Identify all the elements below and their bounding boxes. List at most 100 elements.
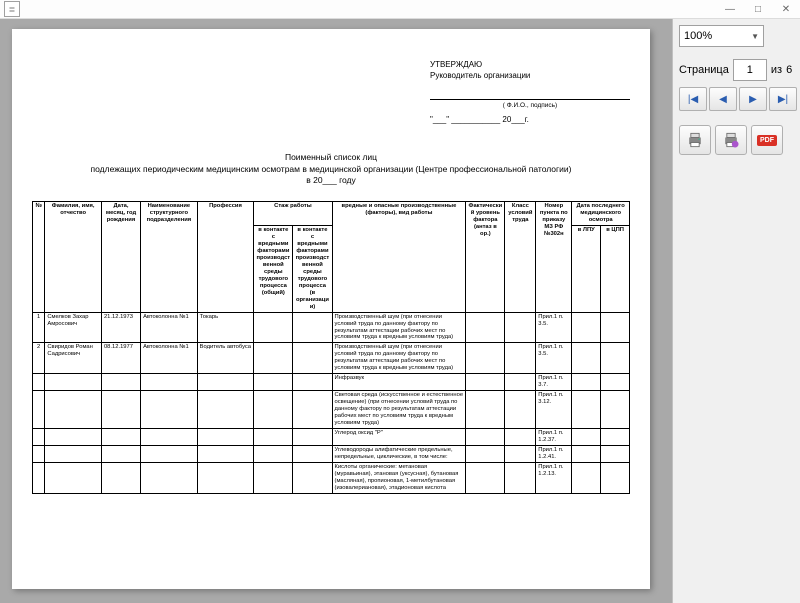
table-row: 2Свиридов Роман Садрисович08.12.1977Авто… — [33, 343, 630, 374]
zoom-value: 100% — [684, 30, 712, 42]
table-cell: Прил.1 п. 1.2.37. — [536, 428, 572, 445]
th-staj: Стаж работы — [254, 202, 332, 226]
quick-print-button[interactable] — [715, 125, 747, 155]
table-cell — [572, 374, 601, 391]
table-cell: Кислоты органические: метановая (муравьи… — [332, 462, 466, 493]
title-line3: в 20___ году — [32, 175, 630, 187]
th-order: Номер пункта по приказу МЗ РФ №302н — [536, 202, 572, 312]
page: УТВЕРЖДАЮ Руководитель организации ( Ф.И… — [12, 29, 650, 589]
table-cell: Световая среда (искусственное и естестве… — [332, 391, 466, 429]
th-fio: Фамилия, имя, отчество — [45, 202, 102, 312]
table-cell: Токарь — [197, 312, 254, 343]
th-level: Фактический уровень фактора (антаз в ор.… — [466, 202, 505, 312]
table-cell — [293, 374, 332, 391]
next-page-button[interactable]: ▶ — [739, 87, 767, 111]
table-cell — [254, 391, 293, 429]
page-nav: Страница из 6 — [679, 59, 792, 81]
close-button[interactable]: ✕ — [772, 0, 800, 18]
table-cell — [33, 374, 45, 391]
table-cell: Прил.1 п. 1.2.13. — [536, 462, 572, 493]
table-cell — [254, 343, 293, 374]
table-cell — [141, 445, 198, 462]
table-cell — [101, 462, 140, 493]
table-cell — [601, 462, 630, 493]
table-cell — [101, 391, 140, 429]
page-label: Страница — [679, 64, 729, 76]
table-cell: Углеводороды алифатические предельные, н… — [332, 445, 466, 462]
table-cell — [466, 312, 505, 343]
table-cell — [254, 312, 293, 343]
zoom-select[interactable]: 100% ▼ — [679, 25, 764, 47]
table-cell: Свиридов Роман Садрисович — [45, 343, 102, 374]
preview-area[interactable]: УТВЕРЖДАЮ Руководитель организации ( Ф.И… — [0, 19, 672, 603]
table-cell: 1 — [33, 312, 45, 343]
th-cpp: в ЦПП — [601, 226, 630, 312]
table-row: Световая среда (искусственное и естестве… — [33, 391, 630, 429]
table-cell — [293, 428, 332, 445]
table-cell — [505, 391, 536, 429]
th-staj1: в контакте с вредными факторами производ… — [254, 226, 293, 312]
table-cell — [466, 462, 505, 493]
table-cell: Прил.1 п. 3.5. — [536, 312, 572, 343]
table-cell — [293, 445, 332, 462]
table-cell — [466, 445, 505, 462]
th-factors: вредные и опасные производственные (факт… — [332, 202, 466, 312]
page-input[interactable] — [733, 59, 767, 81]
table-row: 1Смелков Захар Амросович21.12.1973Автоко… — [33, 312, 630, 343]
app-window: ≣ — □ ✕ УТВЕРЖДАЮ Руководитель организац… — [0, 0, 800, 603]
table-cell: Прил.1 п. 3.7. — [536, 374, 572, 391]
table-row: Углеводороды алифатические предельные, н… — [33, 445, 630, 462]
document-title: Поименный список лиц подлежащих периодич… — [32, 152, 630, 188]
table-cell — [101, 445, 140, 462]
table-cell — [572, 428, 601, 445]
table-cell — [197, 445, 254, 462]
print-button[interactable] — [679, 125, 711, 155]
table-cell — [254, 428, 293, 445]
table-cell — [141, 391, 198, 429]
table-cell — [601, 374, 630, 391]
table-cell — [33, 445, 45, 462]
approve-head: Руководитель организации — [430, 70, 630, 81]
table-cell: Водитель автобуса — [197, 343, 254, 374]
table-cell: Автоколонна №1 — [141, 312, 198, 343]
last-page-button[interactable]: ▶| — [769, 87, 797, 111]
table-cell: Автоколонна №1 — [141, 343, 198, 374]
signature-line — [430, 87, 630, 100]
th-dept: Наименование структурного подразделения — [141, 202, 198, 312]
table-cell — [505, 428, 536, 445]
table-cell — [141, 428, 198, 445]
maximize-button[interactable]: □ — [744, 0, 772, 18]
table-cell — [505, 374, 536, 391]
export-pdf-button[interactable]: PDF — [751, 125, 783, 155]
chevron-down-icon: ▼ — [751, 32, 759, 41]
table-cell: Углерод оксид "Р" — [332, 428, 466, 445]
approve-word: УТВЕРЖДАЮ — [430, 59, 630, 70]
action-buttons: PDF — [679, 125, 783, 155]
table-cell: Производственный шум (при отнесении усло… — [332, 343, 466, 374]
th-lastmed: Дата последнего медицинского осмотра — [572, 202, 630, 226]
th-class: Класс условий труда — [505, 202, 536, 312]
first-page-button[interactable]: |◀ — [679, 87, 707, 111]
title-line2: подлежащих периодическим медицинским осм… — [32, 164, 630, 176]
printer-gear-icon — [721, 130, 741, 150]
page-total: 6 — [786, 64, 792, 76]
table-cell — [466, 374, 505, 391]
table-cell — [572, 462, 601, 493]
table-cell — [141, 374, 198, 391]
nav-buttons: |◀ ◀ ▶ ▶| — [679, 87, 797, 111]
content-area: УТВЕРЖДАЮ Руководитель организации ( Ф.И… — [0, 19, 800, 603]
printer-icon — [685, 130, 705, 150]
table-cell — [601, 428, 630, 445]
table-cell — [466, 428, 505, 445]
prev-page-button[interactable]: ◀ — [709, 87, 737, 111]
table-cell — [197, 374, 254, 391]
table-cell: Инфразвук — [332, 374, 466, 391]
signature-subline: ( Ф.И.О., подпись) — [430, 101, 630, 110]
table-cell: Прил.1 п. 3.5. — [536, 343, 572, 374]
page-total-prefix: из — [771, 64, 782, 76]
table-cell — [601, 312, 630, 343]
th-prof: Профессия — [197, 202, 254, 312]
minimize-button[interactable]: — — [716, 0, 744, 18]
approve-date: "___" ___________ 20___г. — [430, 114, 630, 125]
table-cell — [572, 312, 601, 343]
